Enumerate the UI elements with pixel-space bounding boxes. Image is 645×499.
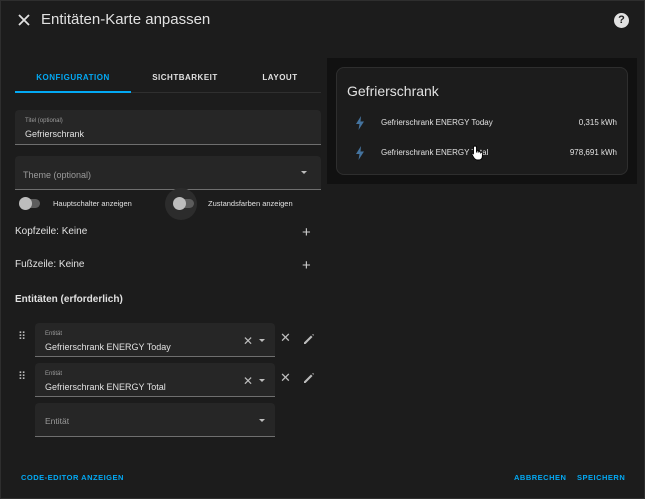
remove-entity-icon[interactable]: ✕ <box>280 371 291 384</box>
chevron-down-icon <box>301 171 307 174</box>
switch-knob <box>173 197 186 210</box>
new-entity-placeholder: Entität <box>45 416 70 426</box>
entities-section-title: Entitäten (erforderlich) <box>15 294 123 305</box>
chevron-down-icon[interactable] <box>259 339 265 342</box>
main-switch-label: Hauptschalter anzeigen <box>53 199 132 208</box>
add-header-icon[interactable]: + <box>302 225 311 240</box>
hand-cursor-icon <box>471 145 483 161</box>
dialog: Entitäten-Karte anpassen ? KONFIGURATION… <box>0 0 645 499</box>
save-button[interactable]: SPEICHERN <box>577 473 625 482</box>
chevron-down-icon[interactable] <box>259 379 265 382</box>
tab-bar: KONFIGURATION SICHTBARKEIT LAYOUT <box>15 63 321 93</box>
drag-handle-icon[interactable]: ⠿ <box>18 372 26 383</box>
help-icon[interactable]: ? <box>614 13 629 28</box>
entity-picker-label: Entität <box>45 371 63 377</box>
theme-select-placeholder: Theme (optional) <box>23 170 92 180</box>
tab-sichtbarkeit[interactable]: SICHTBARKEIT <box>131 63 239 93</box>
title-field[interactable]: Titel (optional) Gefrierschrank <box>15 110 321 145</box>
chevron-down-icon <box>259 419 265 422</box>
edit-entity-icon[interactable] <box>302 332 316 346</box>
preview-entity-name[interactable]: Gefrierschrank ENERGY Today <box>381 118 493 127</box>
theme-select[interactable]: Theme (optional) <box>15 156 321 190</box>
add-footer-icon[interactable]: + <box>302 258 311 273</box>
lightning-bolt-icon <box>356 146 364 160</box>
title-field-value: Gefrierschrank <box>25 129 85 139</box>
header-row-label[interactable]: Kopfzeile: Keine <box>15 226 87 237</box>
title-field-label: Titel (optional) <box>25 118 63 124</box>
close-icon[interactable] <box>15 11 33 29</box>
entity-picker-2[interactable]: Entität Gefrierschrank ENERGY Total ✕ <box>35 363 275 397</box>
state-color-label: Zustandsfarben anzeigen <box>208 199 293 208</box>
edit-entity-icon[interactable] <box>302 371 316 385</box>
preview-entity-value: 978,691 kWh <box>569 148 617 157</box>
preview-entity-value: 0,315 kWh <box>578 118 617 127</box>
entity-picker-value: Gefrierschrank ENERGY Today <box>45 342 171 352</box>
entity-picker-1[interactable]: Entität Gefrierschrank ENERGY Today ✕ <box>35 323 275 357</box>
entity-picker-value: Gefrierschrank ENERGY Total <box>45 382 166 392</box>
cancel-button[interactable]: ABBRECHEN <box>514 473 566 482</box>
card-title: Gefrierschrank <box>347 83 439 99</box>
clear-icon[interactable]: ✕ <box>243 375 253 387</box>
tab-konfiguration[interactable]: KONFIGURATION <box>15 63 131 93</box>
main-switch-toggle[interactable] <box>19 197 40 210</box>
dialog-header: Entitäten-Karte anpassen ? <box>1 1 645 41</box>
drag-handle-icon[interactable]: ⠿ <box>18 332 26 343</box>
footer-row-label[interactable]: Fußzeile: Keine <box>15 259 84 270</box>
switch-knob <box>19 197 32 210</box>
tab-layout[interactable]: LAYOUT <box>239 63 321 93</box>
dialog-title: Entitäten-Karte anpassen <box>41 11 211 28</box>
clear-icon[interactable]: ✕ <box>243 335 253 347</box>
code-editor-button[interactable]: CODE-EDITOR ANZEIGEN <box>21 473 124 482</box>
entity-picker-label: Entität <box>45 331 63 337</box>
remove-entity-icon[interactable]: ✕ <box>280 331 291 344</box>
state-color-toggle[interactable] <box>173 197 194 210</box>
lightning-bolt-icon <box>356 116 364 130</box>
new-entity-picker[interactable]: Entität <box>35 403 275 437</box>
